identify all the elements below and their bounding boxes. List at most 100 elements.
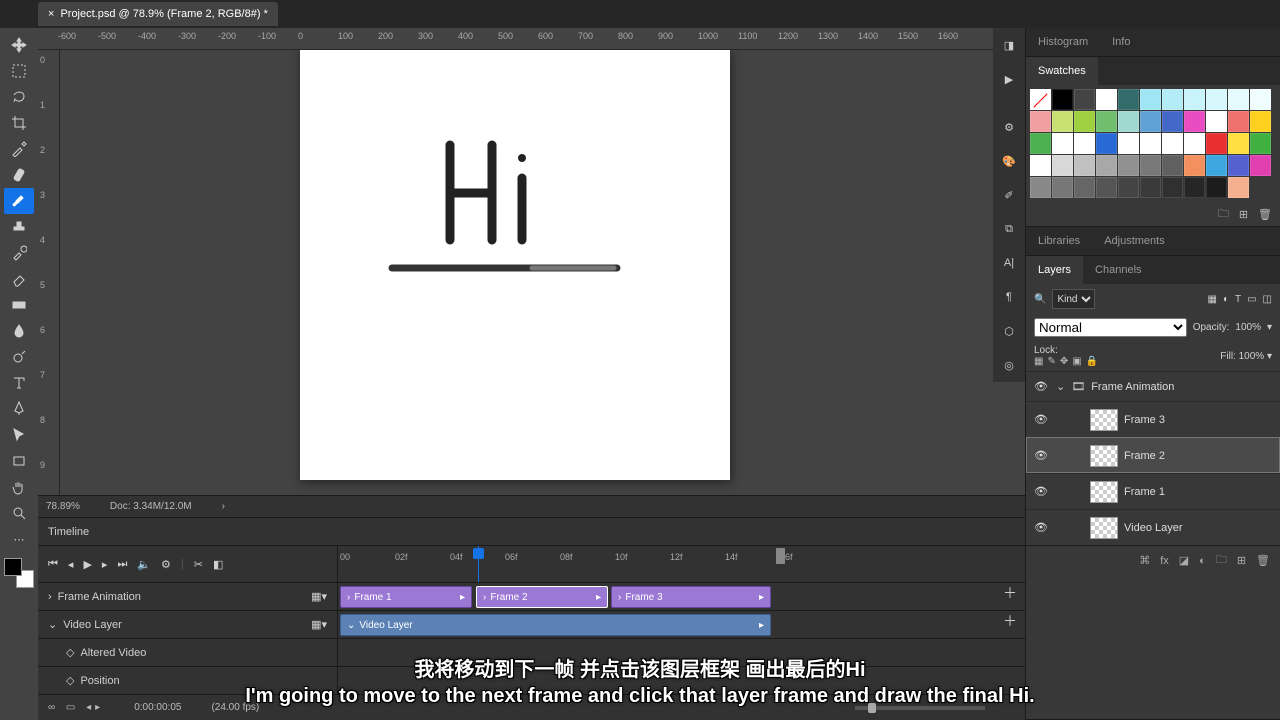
adjustment-icon[interactable]: ◐ bbox=[1199, 555, 1206, 567]
layer-row[interactable]: 👁Frame 3 bbox=[1026, 401, 1280, 437]
tab-libraries[interactable]: Libraries bbox=[1026, 227, 1092, 255]
swatch[interactable] bbox=[1074, 133, 1095, 154]
zoom-level[interactable]: 78.89% bbox=[46, 501, 80, 512]
filter-smart-icon[interactable]: ◫ bbox=[1263, 294, 1272, 305]
track-frame-animation[interactable]: ＋ ›Frame 1▸›Frame 2▸›Frame 3▸ bbox=[338, 582, 1025, 610]
swatch[interactable] bbox=[1118, 177, 1139, 198]
swatch[interactable] bbox=[1228, 111, 1249, 132]
clip[interactable]: ›Frame 3▸ bbox=[611, 586, 771, 608]
edit-toolbar-icon[interactable]: ⋯ bbox=[4, 526, 34, 552]
audio-icon[interactable]: 🔈 bbox=[137, 558, 151, 571]
lock-trans-icon[interactable]: ▦ bbox=[1034, 356, 1043, 367]
artboard[interactable] bbox=[300, 50, 730, 480]
tab-layers[interactable]: Layers bbox=[1026, 256, 1083, 284]
swatch[interactable] bbox=[1184, 177, 1205, 198]
row-menu-icon[interactable]: ▦▾ bbox=[311, 590, 327, 603]
swatch[interactable] bbox=[1118, 133, 1139, 154]
tl-row-anim[interactable]: ›Frame Animation ▦▾ bbox=[38, 582, 337, 610]
history-brush-tool[interactable] bbox=[4, 240, 34, 266]
swatch[interactable] bbox=[1052, 133, 1073, 154]
close-tab-icon[interactable]: × bbox=[48, 8, 54, 20]
layer-row[interactable]: 👁⌄🎞Frame Animation bbox=[1026, 371, 1280, 401]
layer-name[interactable]: Frame 1 bbox=[1124, 486, 1165, 498]
swatch[interactable] bbox=[1074, 155, 1095, 176]
add-clip-icon[interactable]: ＋ bbox=[1003, 583, 1017, 603]
work-area-end[interactable] bbox=[776, 548, 785, 564]
visibility-icon[interactable]: 👁 bbox=[1032, 485, 1050, 498]
swatch[interactable] bbox=[1118, 111, 1139, 132]
visibility-icon[interactable]: 👁 bbox=[1032, 449, 1050, 462]
swatch[interactable] bbox=[1184, 89, 1205, 110]
swatch[interactable] bbox=[1096, 89, 1117, 110]
stamp-tool[interactable] bbox=[4, 214, 34, 240]
swatch[interactable] bbox=[1052, 111, 1073, 132]
settings-icon[interactable]: ⚙ bbox=[161, 558, 171, 571]
target-icon[interactable]: ◎ bbox=[993, 348, 1025, 382]
scissors-icon[interactable]: ✂ bbox=[194, 558, 203, 571]
swatch[interactable] bbox=[1030, 155, 1051, 176]
first-frame-icon[interactable]: ⏮ bbox=[48, 558, 58, 571]
status-chevron-icon[interactable]: › bbox=[222, 501, 225, 512]
visibility-icon[interactable]: 👁 bbox=[1032, 521, 1050, 534]
clip[interactable]: ›Frame 2▸ bbox=[476, 586, 608, 608]
swatch[interactable] bbox=[1074, 89, 1095, 110]
ruler-horizontal[interactable]: -600-500-400-300-200-1000100200300400500… bbox=[38, 28, 1025, 50]
palette-icon[interactable]: 🎨 bbox=[993, 144, 1025, 178]
add-clip-icon[interactable]: ＋ bbox=[1003, 611, 1017, 631]
swatch[interactable] bbox=[1228, 133, 1249, 154]
eraser-tool[interactable] bbox=[4, 266, 34, 292]
brushes-icon[interactable]: ✐ bbox=[993, 178, 1025, 212]
tab-channels[interactable]: Channels bbox=[1083, 256, 1153, 284]
swatch[interactable] bbox=[1052, 177, 1073, 198]
swatch[interactable] bbox=[1030, 133, 1051, 154]
track-video-layer[interactable]: ＋ ⌄Video Layer▸ bbox=[338, 610, 1025, 638]
sliders-icon[interactable]: ⚙ bbox=[993, 110, 1025, 144]
swatch[interactable] bbox=[1052, 89, 1073, 110]
clip[interactable]: ⌄Video Layer▸ bbox=[340, 614, 771, 636]
swatch[interactable] bbox=[1206, 133, 1227, 154]
swatch[interactable] bbox=[1074, 111, 1095, 132]
tab-histogram[interactable]: Histogram bbox=[1026, 28, 1100, 56]
swatch[interactable] bbox=[1096, 133, 1117, 154]
move-tool[interactable] bbox=[4, 32, 34, 58]
row-menu-icon[interactable]: ▦▾ bbox=[311, 618, 327, 631]
panel-icon[interactable]: ◨ bbox=[993, 28, 1025, 62]
dodge-tool[interactable] bbox=[4, 344, 34, 370]
swatch[interactable] bbox=[1250, 111, 1271, 132]
layer-name[interactable]: Video Layer bbox=[1124, 522, 1183, 534]
tab-info[interactable]: Info bbox=[1100, 28, 1142, 56]
swatch[interactable] bbox=[1162, 111, 1183, 132]
swatch[interactable] bbox=[1228, 155, 1249, 176]
swatch[interactable] bbox=[1184, 133, 1205, 154]
swatch[interactable] bbox=[1096, 111, 1117, 132]
swatch[interactable] bbox=[1206, 155, 1227, 176]
swatch[interactable] bbox=[1052, 155, 1073, 176]
swatch[interactable] bbox=[1250, 133, 1271, 154]
crop-tool[interactable] bbox=[4, 110, 34, 136]
time-ruler[interactable]: 0002f04f06f08f10f12f14f16f bbox=[338, 546, 1025, 582]
trash-icon[interactable]: 🗑 bbox=[1258, 208, 1272, 221]
swatch[interactable] bbox=[1250, 155, 1271, 176]
delete-icon[interactable]: 🗑 bbox=[1256, 554, 1270, 567]
fg-bg-color[interactable] bbox=[4, 558, 34, 588]
path-select-tool[interactable] bbox=[4, 422, 34, 448]
layer-row[interactable]: 👁 Video Layer bbox=[1026, 509, 1280, 545]
transition-icon[interactable]: ◧ bbox=[213, 558, 223, 571]
doc-tab[interactable]: × Project.psd @ 78.9% (Frame 2, RGB/8#) … bbox=[38, 2, 278, 26]
clone-icon[interactable]: ⧉ bbox=[993, 212, 1025, 246]
swatch[interactable] bbox=[1206, 111, 1227, 132]
filter-pixel-icon[interactable]: ▦ bbox=[1207, 294, 1216, 305]
layer-name[interactable]: Frame 3 bbox=[1124, 414, 1165, 426]
clip[interactable]: ›Frame 1▸ bbox=[340, 586, 472, 608]
paragraph-icon[interactable]: ¶ bbox=[993, 280, 1025, 314]
swatch[interactable] bbox=[1162, 155, 1183, 176]
blur-tool[interactable] bbox=[4, 318, 34, 344]
filter-shape-icon[interactable]: ▭ bbox=[1247, 294, 1256, 305]
marquee-tool[interactable] bbox=[4, 58, 34, 84]
swatch[interactable] bbox=[1140, 177, 1161, 198]
cube-icon[interactable]: ⬡ bbox=[993, 314, 1025, 348]
layer-name[interactable]: Frame 2 bbox=[1124, 450, 1165, 462]
folder-icon[interactable]: 🗀 bbox=[1218, 205, 1229, 224]
mask-icon[interactable]: ◪ bbox=[1179, 554, 1189, 567]
swatch[interactable] bbox=[1206, 177, 1227, 198]
